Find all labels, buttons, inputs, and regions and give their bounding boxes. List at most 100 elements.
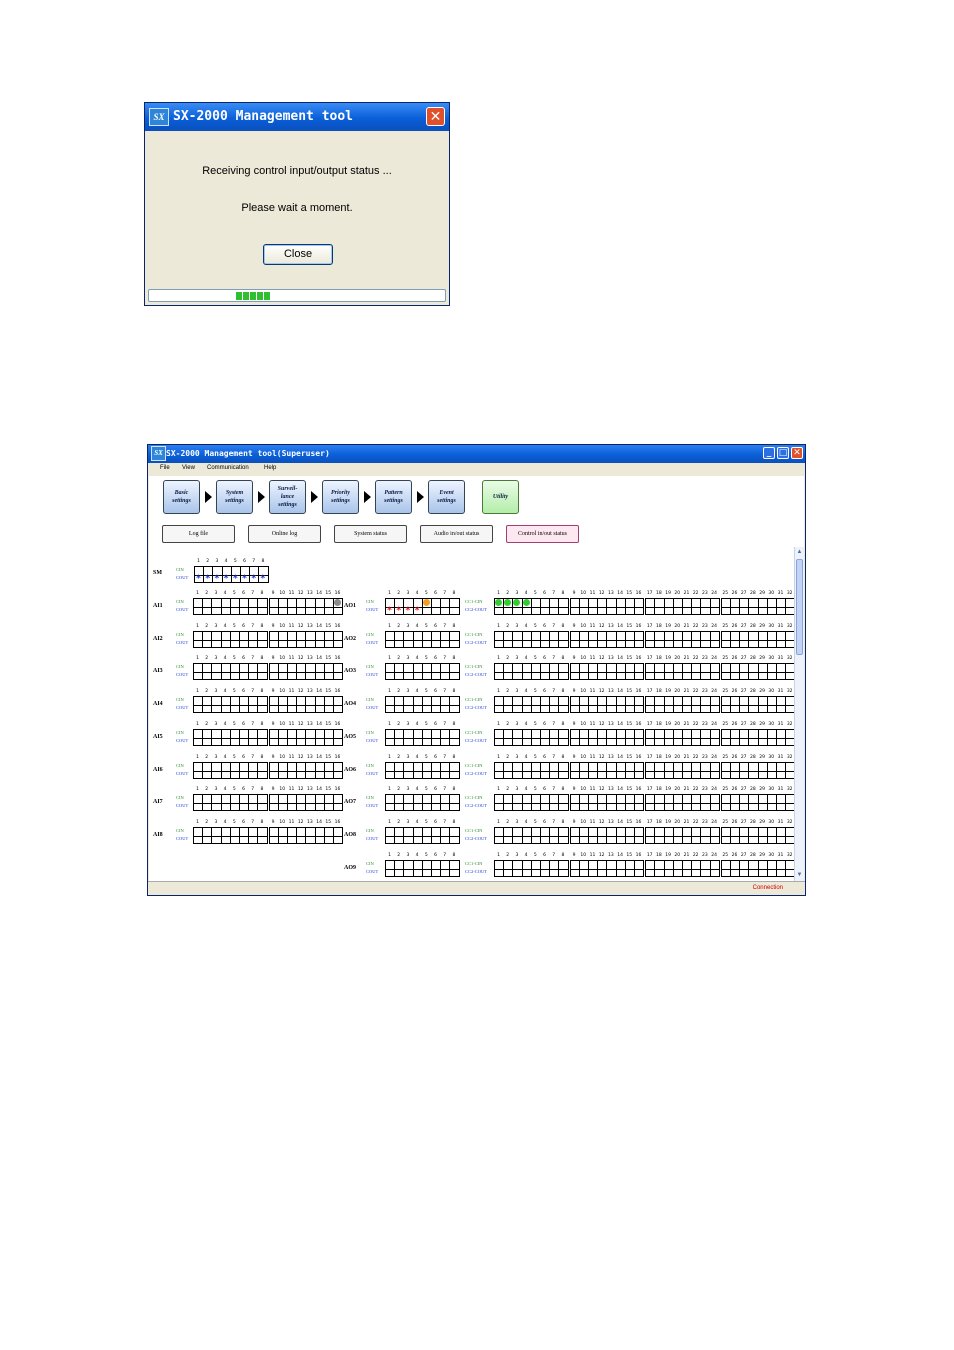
status-cell <box>541 632 551 648</box>
vertical-scrollbar[interactable]: ▲ ▼ <box>794 547 804 881</box>
channel-number: 5 <box>424 689 428 694</box>
minimize-icon[interactable]: _ <box>763 447 775 459</box>
system-settings-button[interactable]: System settings <box>216 480 253 514</box>
status-cell <box>635 795 644 811</box>
scroll-thumb[interactable] <box>796 559 803 655</box>
pattern-settings-button[interactable]: Pattern settings <box>375 480 412 514</box>
event-settings-button[interactable]: Event settings <box>428 480 465 514</box>
channel-number: 2 <box>397 787 401 792</box>
channel-number: 4 <box>223 624 227 629</box>
channel-number: 8 <box>452 853 456 858</box>
channel-number: 29 <box>759 656 765 661</box>
channel-number: 20 <box>674 820 681 825</box>
status-cell <box>722 795 731 811</box>
window-title-bar[interactable]: SX SX-2000 Management tool(Superuser) _ … <box>148 445 805 463</box>
status-cell <box>441 763 451 779</box>
dialog-title-bar[interactable]: SX SX-2000 Management tool ✕ <box>145 103 449 131</box>
close-window-icon[interactable]: ✕ <box>791 447 803 459</box>
channel-number: 1 <box>196 722 199 727</box>
channel-number: 1 <box>197 559 200 564</box>
status-cell <box>683 828 693 844</box>
channel-number: 25 <box>722 853 729 858</box>
status-cell <box>441 828 451 844</box>
status-cell <box>414 697 423 713</box>
channel-number: 16 <box>635 591 642 596</box>
channel-number: 32 <box>786 722 793 727</box>
tab-system-status[interactable]: System status <box>334 525 407 543</box>
tab-online-log[interactable]: Online log <box>248 525 321 543</box>
scroll-up-icon[interactable]: ▲ <box>796 548 803 557</box>
cin-label: CIN <box>366 664 374 669</box>
status-cell <box>240 795 250 811</box>
status-cell <box>786 795 794 811</box>
scroll-down-icon[interactable]: ▼ <box>796 871 803 880</box>
row-label-ai: AI8 <box>153 832 163 838</box>
channel-number: 28 <box>750 689 756 694</box>
maximize-icon[interactable]: □ <box>777 447 789 459</box>
status-cell <box>513 664 523 680</box>
channel-number: 24 <box>711 722 717 727</box>
surveillance-settings-button[interactable]: Surveil- lance settings <box>269 480 306 514</box>
status-cell <box>541 730 551 746</box>
channel-number: 11 <box>589 755 596 760</box>
channel-number: 3 <box>214 755 218 760</box>
status-cell <box>731 697 741 713</box>
status-cell <box>495 763 505 779</box>
channel-number: 3 <box>515 689 519 694</box>
status-cell <box>231 795 240 811</box>
channel-number: 11 <box>288 820 295 825</box>
status-cell <box>270 599 279 615</box>
menu-communication[interactable]: Communication <box>207 465 249 471</box>
channel-number: 4 <box>415 624 419 629</box>
status-cell <box>222 828 231 844</box>
cc-grid <box>720 663 794 680</box>
channel-number: 24 <box>711 591 717 596</box>
status-cell <box>550 795 560 811</box>
channel-number: 26 <box>731 722 738 727</box>
channel-number: 13 <box>307 689 313 694</box>
cc-grid <box>720 729 794 746</box>
status-cell <box>316 599 325 615</box>
status-cell <box>258 599 267 615</box>
status-cell <box>722 730 731 746</box>
channel-number: 18 <box>656 853 662 858</box>
tab-audio-inout-status[interactable]: Audio in/out status <box>420 525 493 543</box>
status-cell <box>683 632 693 648</box>
status-cell <box>665 664 674 680</box>
channel-number: 2 <box>506 755 510 760</box>
status-cell <box>513 763 523 779</box>
status-cell <box>711 599 720 615</box>
channel-number: 9 <box>572 591 576 596</box>
priority-settings-button[interactable]: Priority settings <box>322 480 359 514</box>
status-cell <box>559 828 568 844</box>
menu-view[interactable]: View <box>182 465 195 471</box>
menu-help[interactable]: Help <box>264 465 276 471</box>
channel-number: 9 <box>572 755 576 760</box>
close-icon[interactable]: ✕ <box>426 107 445 126</box>
channel-number: 14 <box>316 656 322 661</box>
status-cell <box>655 664 665 680</box>
tab-log-file[interactable]: Log file <box>162 525 235 543</box>
close-button[interactable]: Close <box>263 244 333 265</box>
ao-grid <box>385 631 460 648</box>
status-cell <box>674 795 683 811</box>
arrow-right-icon <box>205 491 212 503</box>
status-cell <box>749 828 759 844</box>
status-cell <box>404 861 414 877</box>
channel-number: 5 <box>533 591 537 596</box>
channel-number: 19 <box>665 820 671 825</box>
channel-number: 2 <box>506 689 510 694</box>
basic-settings-button[interactable]: Basic settings <box>163 480 200 514</box>
status-cell <box>731 795 741 811</box>
status-cell <box>571 828 580 844</box>
status-cell <box>249 664 259 680</box>
status-cell <box>646 599 656 615</box>
ai-grid <box>268 663 344 680</box>
status-cell <box>692 632 702 648</box>
status-cell <box>203 632 213 648</box>
channel-number: 16 <box>334 820 341 825</box>
menu-file[interactable]: File <box>160 465 170 471</box>
tab-control-inout-status[interactable]: Control in/out status <box>506 525 579 543</box>
status-cell <box>222 664 231 680</box>
utility-button[interactable]: Utility <box>482 480 519 514</box>
